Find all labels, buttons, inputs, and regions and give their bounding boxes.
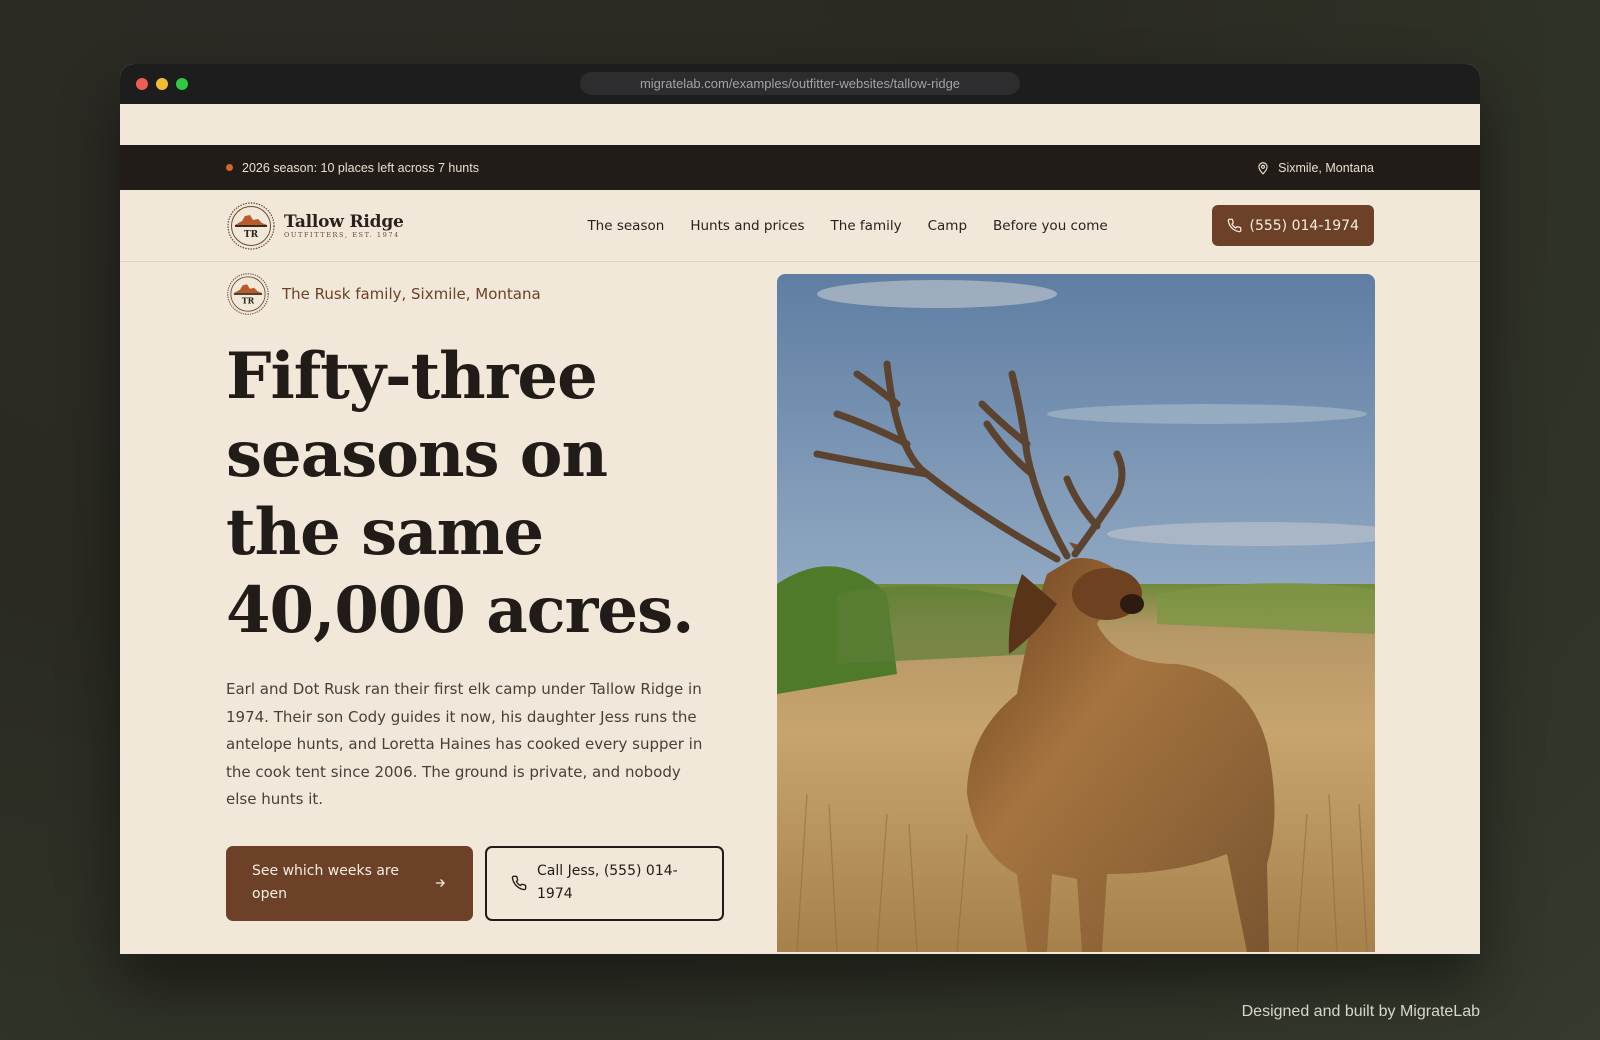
brand-tagline: OUTFITTERS, EST. 1974 [284, 231, 400, 239]
tallow-ridge-seal-logo: TR [227, 201, 275, 250]
hero-ctas: See which weeks are open Call Jess, (555… [226, 845, 726, 921]
arrow-right-icon [435, 879, 445, 887]
close-window-button[interactable] [136, 78, 148, 90]
hero-eyebrow: TR The Rusk family, Sixmile, Montana [226, 272, 726, 316]
brand-name: Tallow Ridge [284, 212, 404, 232]
phone-icon [1227, 218, 1241, 233]
brand-logo[interactable]: TR Tallow Ridge OUTFITTERS, EST. 1974 [226, 201, 404, 251]
nav-links: The season Hunts and prices The family C… [587, 218, 1107, 234]
hero-content: TR The Rusk family, Sixmile, Montana Fif… [226, 272, 726, 921]
nav-link-the-family[interactable]: The family [831, 218, 902, 234]
season-text: 2026 season: 10 places left across 7 hun… [242, 160, 479, 175]
address-bar[interactable]: migratelab.com/examples/outfitter-websit… [580, 72, 1020, 95]
see-open-weeks-button[interactable]: See which weeks are open [226, 845, 473, 921]
elk-in-grassland-image [777, 274, 1375, 952]
call-jess-label: Call Jess, (555) 014-1974 [537, 863, 678, 902]
brand-wordmark: Tallow Ridge OUTFITTERS, EST. 1974 [284, 212, 404, 239]
hero-eyebrow-text: The Rusk family, Sixmile, Montana [282, 285, 541, 303]
hero-section: TR The Rusk family, Sixmile, Montana Fif… [120, 262, 1480, 952]
svg-text:TR: TR [244, 230, 259, 240]
window-controls [136, 78, 188, 90]
location-text: Sixmile, Montana [1278, 160, 1374, 175]
main-nav: TR Tallow Ridge OUTFITTERS, EST. 1974 Th… [120, 190, 1480, 262]
top-band [120, 104, 1480, 145]
map-pin-icon [1258, 161, 1268, 175]
family-seal-icon: TR [227, 273, 269, 315]
call-phone-label: (555) 014-1974 [1249, 217, 1360, 234]
nav-link-hunts-and-prices[interactable]: Hunts and prices [690, 218, 804, 234]
nav-link-camp[interactable]: Camp [928, 218, 967, 234]
announcement-bar: 2026 season: 10 places left across 7 hun… [120, 145, 1480, 190]
maximize-window-button[interactable] [176, 78, 188, 90]
hero-elk-photo [777, 274, 1375, 952]
nav-link-before-you-come[interactable]: Before you come [993, 218, 1108, 234]
hero-headline: Fifty-three seasons on the same 40,000 a… [226, 339, 694, 648]
call-jess-button[interactable]: Call Jess, (555) 014-1974 [485, 845, 724, 921]
browser-window: migratelab.com/examples/outfitter-websit… [120, 64, 1480, 954]
nav-link-the-season[interactable]: The season [587, 218, 664, 234]
location-info: Sixmile, Montana [1256, 161, 1374, 175]
svg-text:TR: TR [242, 297, 255, 306]
call-phone-button[interactable]: (555) 014-1974 [1211, 205, 1374, 246]
see-open-weeks-label: See which weeks are open [252, 863, 399, 902]
season-status: 2026 season: 10 places left across 7 hun… [226, 161, 479, 175]
phone-icon [511, 875, 527, 891]
footer-credit: Designed and built by MigrateLab [1241, 1003, 1480, 1020]
status-dot-icon [226, 164, 233, 171]
browser-titlebar: migratelab.com/examples/outfitter-websit… [120, 64, 1480, 104]
minimize-window-button[interactable] [156, 78, 168, 90]
hero-body-text: Earl and Dot Rusk ran their first elk ca… [226, 680, 703, 808]
